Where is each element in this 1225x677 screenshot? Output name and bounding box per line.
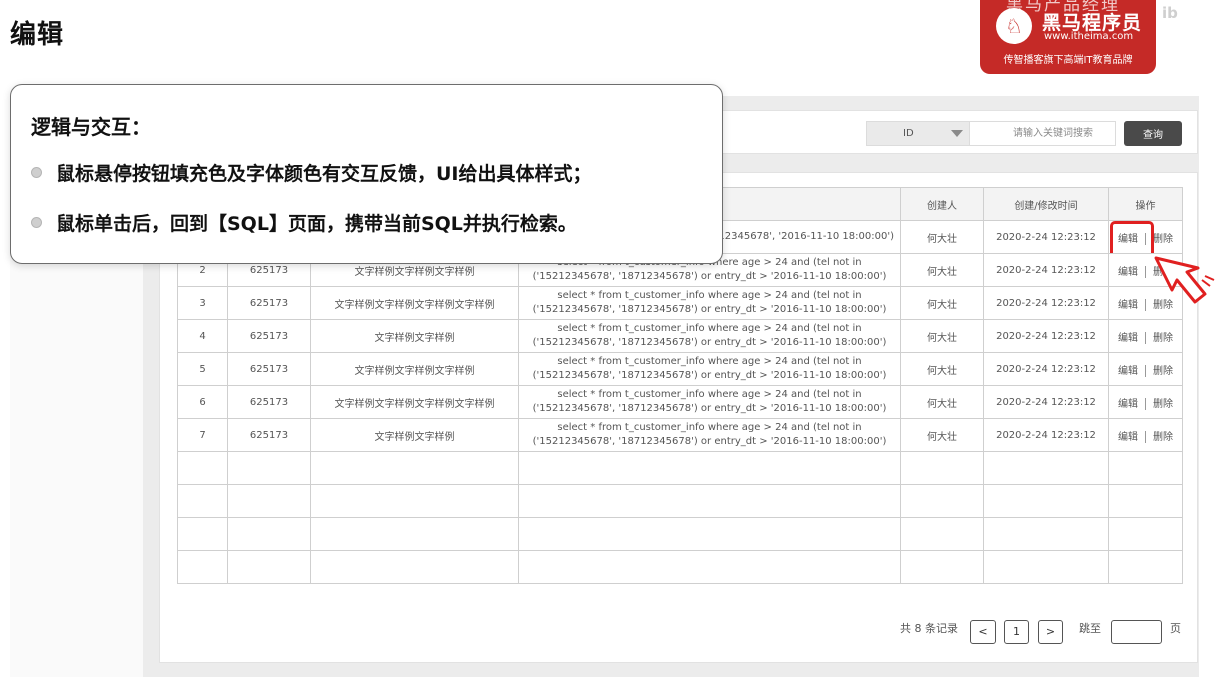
cell-ops: 编辑删除 [1108,385,1183,419]
table-row: 3 625173 文字样例文字样例文字样例文字样例 select * from … [177,286,1183,320]
cell-sql: select * from t_customer_info where age … [518,352,901,386]
brand-logo: 黑马产品经理 ♘ 黑马程序员 www.itheima.com 传智播客旗下高端I… [980,0,1156,74]
cell-creator: 何大壮 [900,286,984,320]
edit-button[interactable]: 编辑 [1118,263,1138,278]
cell-sql: select * from t_customer_info where age … [518,418,901,452]
callout-item: 鼠标单击后，回到【SQL】页面，携带当前SQL并执行检索。 [31,209,577,236]
page-number-button[interactable]: 1 [1004,620,1029,644]
cell-name: 文字样例文字样例文字样例 [310,352,519,386]
cell-no: 6 [177,385,228,419]
cell-ops: 编辑删除 [1108,319,1183,353]
callout-item-text: 鼠标单击后，回到【SQL】页面，携带当前SQL并执行检索。 [56,213,577,235]
op-divider [1145,430,1146,443]
search-field-select[interactable]: ID [866,121,970,146]
search-input[interactable] [969,121,1116,146]
delete-button[interactable]: 删除 [1153,230,1173,245]
cursor-pointer-icon [1154,256,1215,304]
edit-button[interactable]: 编辑 [1118,329,1138,344]
op-divider [1145,364,1146,377]
cell-no: 4 [177,319,228,353]
cell-id: 625173 [227,319,311,353]
cell-name: 文字样例文字样例文字样例文字样例 [310,385,519,419]
cell-no: 5 [177,352,228,386]
cell-id: 625173 [227,286,311,320]
cell-time: 2020-2-24 12:23:12 [983,352,1109,386]
cell-sql: select * from t_customer_info where age … [518,319,901,353]
edit-button[interactable]: 编辑 [1118,362,1138,377]
table-row: 5 625173 文字样例文字样例文字样例 select * from t_cu… [177,352,1183,386]
cell-creator: 何大壮 [900,418,984,452]
cell-time: 2020-2-24 12:23:12 [983,286,1109,320]
edit-button[interactable]: 编辑 [1110,221,1154,253]
annotation-callout: 逻辑与交互： 鼠标悬停按钮填充色及字体颜色有交互反馈，UI给出具体样式； 鼠标单… [10,84,723,264]
op-divider [1145,331,1146,344]
search-select-value: ID [903,128,914,139]
total-records: 共 8 条记录 [900,622,958,635]
cell-id: 625173 [227,352,311,386]
table-row: 4 625173 文字样例文字样例 select * from t_custom… [177,319,1183,353]
cell-time: 2020-2-24 12:23:12 [983,253,1109,287]
cell-creator: 何大壮 [900,253,984,287]
brand-slogan: 传智播客旗下高端IT教育品牌 [1003,55,1133,66]
delete-button[interactable]: 删除 [1153,362,1173,377]
edit-button[interactable]: 编辑 [1118,395,1138,410]
table-row: 7 625173 文字样例文字样例 select * from t_custom… [177,418,1183,452]
empty-row [177,451,1183,485]
cell-ops: 编辑删除 [1108,352,1183,386]
cell-no: 7 [177,418,228,452]
brand-url: www.itheima.com [1044,31,1134,42]
op-divider [1145,298,1146,311]
prev-page-button[interactable]: < [970,620,996,644]
empty-row [177,550,1183,584]
cell-name: 文字样例文字样例 [310,319,519,353]
horse-icon: ♘ [996,8,1032,44]
cell-time: 2020-2-24 12:23:12 [983,418,1109,452]
cell-creator: 何大壮 [900,352,984,386]
delete-button[interactable]: 删除 [1153,395,1173,410]
cell-time: 2020-2-24 12:23:12 [983,385,1109,419]
cell-time: 2020-2-24 12:23:12 [983,319,1109,353]
col-header-creator: 创建人 [900,187,984,221]
callout-item: 鼠标悬停按钮填充色及字体颜色有交互反馈，UI给出具体样式； [31,159,592,186]
cell-id: 625173 [227,385,311,419]
delete-button[interactable]: 删除 [1153,428,1173,443]
caret-down-icon [951,130,963,137]
corner-mark: ib [1162,4,1178,22]
cell-ops: 编辑删除 [1108,418,1183,452]
cell-name: 文字样例文字样例文字样例文字样例 [310,286,519,320]
next-page-button[interactable]: > [1038,620,1063,644]
callout-item-text: 鼠标悬停按钮填充色及字体颜色有交互反馈，UI给出具体样式； [56,163,592,185]
bullet-icon [31,167,42,178]
op-divider [1145,397,1146,410]
cell-time: 2020-2-24 12:23:12 [983,220,1109,254]
search-button[interactable]: 查询 [1124,121,1182,146]
cell-creator: 何大壮 [900,319,984,353]
delete-button[interactable]: 删除 [1153,329,1173,344]
edit-button[interactable]: 编辑 [1118,428,1138,443]
callout-title: 逻辑与交互： [31,115,151,139]
cell-no: 3 [177,286,228,320]
jump-page-input[interactable] [1111,620,1162,644]
slide-title: 编辑 [10,20,65,50]
cell-ops: 编辑删除 [1108,220,1183,254]
op-divider [1145,265,1146,278]
empty-row [177,484,1183,518]
col-header-ops: 操作 [1108,187,1183,221]
edit-button[interactable]: 编辑 [1118,296,1138,311]
cell-id: 625173 [227,418,311,452]
cell-name: 文字样例文字样例 [310,418,519,452]
col-header-time: 创建/修改时间 [983,187,1109,221]
cell-sql: select * from t_customer_info where age … [518,286,901,320]
bullet-icon [31,217,42,228]
jump-label: 跳至 [1079,622,1101,635]
cell-creator: 何大壮 [900,220,984,254]
cell-creator: 何大壮 [900,385,984,419]
cell-sql: select * from t_customer_info where age … [518,385,901,419]
table-row: 6 625173 文字样例文字样例文字样例文字样例 select * from … [177,385,1183,419]
page-unit-label: 页 [1170,622,1181,635]
empty-row [177,517,1183,551]
